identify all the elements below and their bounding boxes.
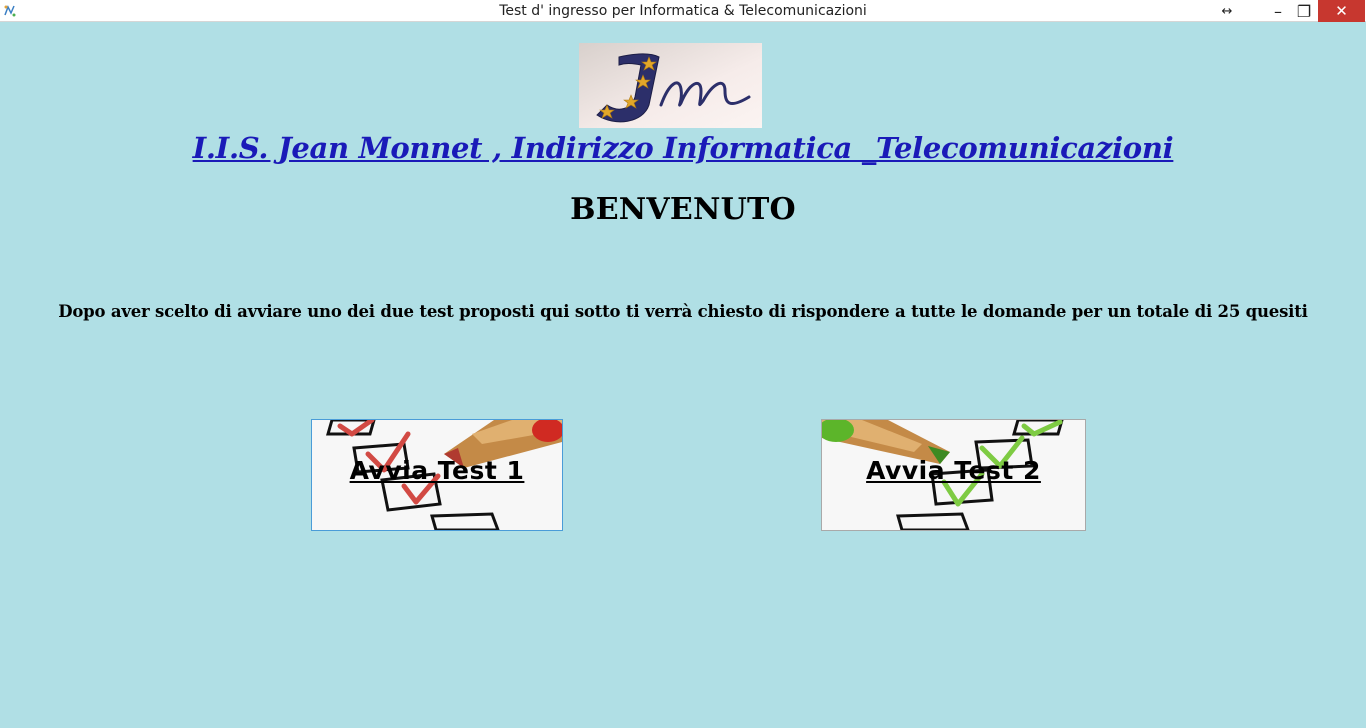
intro-text: Dopo aver scelto di avviare uno dei due … (58, 302, 1308, 321)
school-link[interactable]: I.I.S. Jean Monnet , Indirizzo Informati… (0, 131, 1366, 165)
welcome-heading: BENVENUTO (570, 192, 796, 227)
window-title: Test d' ingresso per Informatica & Telec… (499, 3, 867, 19)
window-titlebar: Test d' ingresso per Informatica & Telec… (0, 0, 1366, 22)
start-test-1-button[interactable]: Avvia Test 1 (311, 419, 563, 531)
close-button[interactable]: ✕ (1318, 0, 1365, 22)
test-1-label: Avvia Test 1 (349, 456, 525, 485)
start-test-2-button[interactable]: Avvia Test 2 (821, 419, 1086, 531)
school-logo (579, 43, 762, 128)
test-2-label: Avvia Test 2 (866, 456, 1041, 485)
resize-icon[interactable]: ↔ (1212, 0, 1242, 22)
minimize-button[interactable]: – (1265, 0, 1291, 22)
maximize-button[interactable]: ❐ (1291, 0, 1317, 22)
